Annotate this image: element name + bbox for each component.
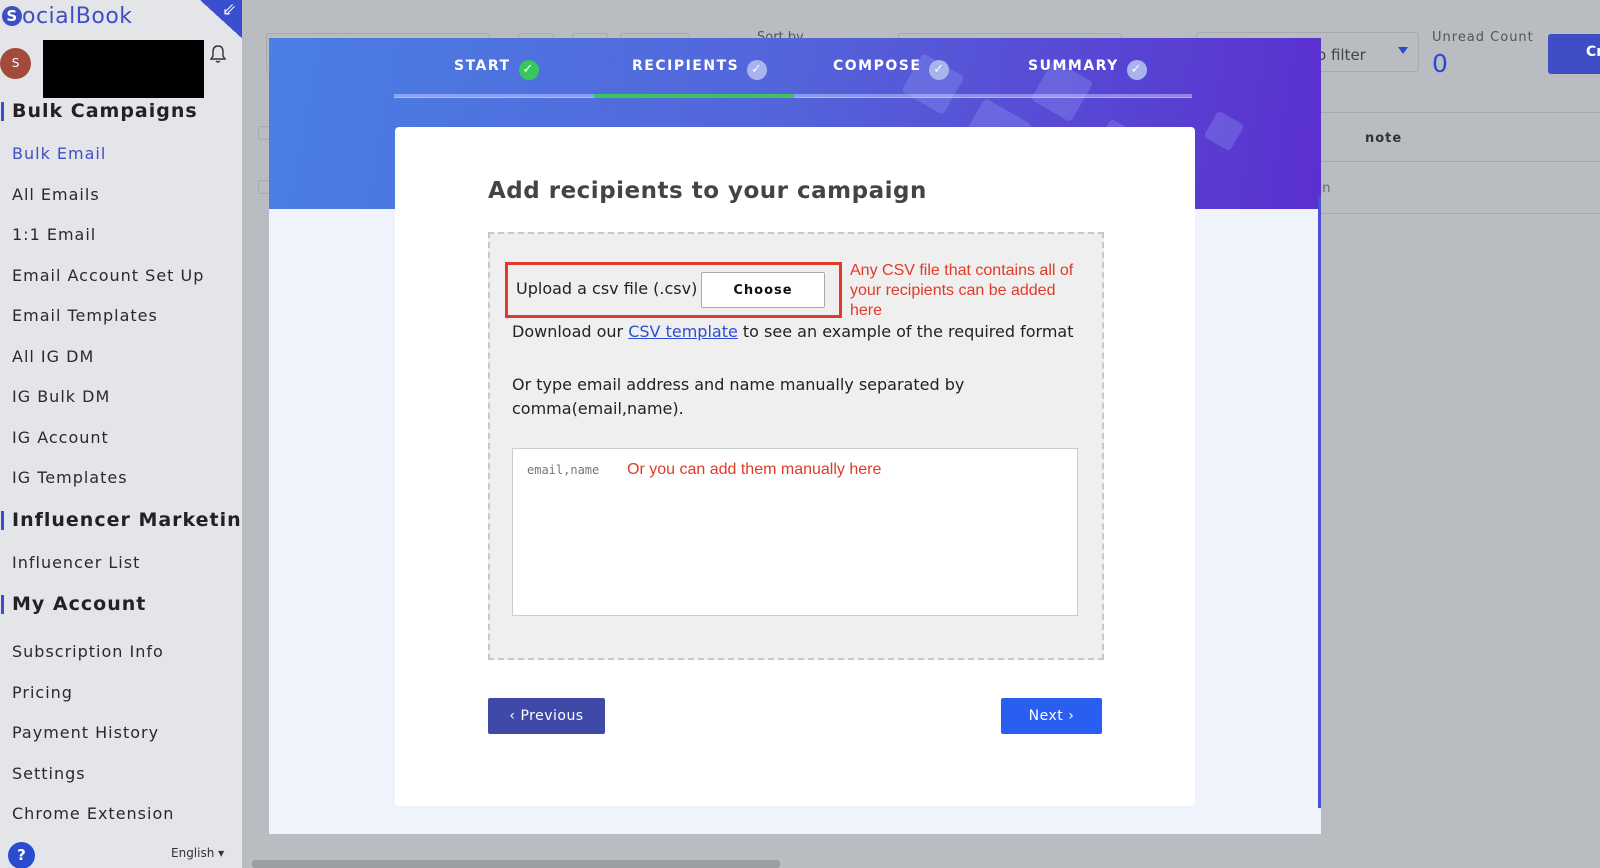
- step-start-label: START: [454, 58, 511, 74]
- note-column-header: note: [1365, 131, 1403, 146]
- filter-select-text: o filter: [1317, 46, 1366, 64]
- sidebar-nav: Bulk Campaigns Bulk Email All Emails 1:1…: [0, 96, 242, 644]
- sidebar: SocialBook ⇙ S Bulk Campaigns Bulk Email…: [0, 0, 242, 868]
- table-row[interactable]: [1320, 162, 1600, 214]
- create-button-label: Cr: [1586, 44, 1600, 60]
- upload-annotation: Any CSV file that contains all of your r…: [850, 262, 1074, 319]
- sidebar-item-ig-bulk-dm[interactable]: IG Bulk DM: [12, 387, 110, 406]
- nav-header-my-account: My Account: [0, 593, 147, 615]
- sidebar-item-payment-history[interactable]: Payment History: [12, 723, 159, 742]
- create-campaign-button[interactable]: Cr: [1548, 34, 1600, 74]
- step-summary-label: SUMMARY: [1028, 58, 1119, 74]
- nav-header-influencer-marketing: Influencer Marketing: [0, 509, 242, 531]
- sidebar-item-influencer-list[interactable]: Influencer List: [12, 553, 140, 572]
- sidebar-item-all-emails[interactable]: All Emails: [12, 185, 100, 204]
- decor-cube: [1203, 110, 1245, 152]
- sidebar-item-chrome-extension[interactable]: Chrome Extension: [12, 804, 174, 823]
- sidebar-item-pricing[interactable]: Pricing: [12, 683, 73, 702]
- help-button[interactable]: ?: [8, 842, 35, 868]
- step-recipients[interactable]: RECIPIENTS ✓: [632, 58, 768, 80]
- sidebar-item-email-templates[interactable]: Email Templates: [12, 306, 158, 325]
- bell-icon[interactable]: [209, 44, 227, 64]
- page-title: Add recipients to your campaign: [488, 178, 927, 204]
- download-prefix: Download our: [512, 322, 629, 341]
- manual-recipients-input-wrapper: Or you can add them manually here: [512, 448, 1078, 616]
- redacted-user-info: [43, 40, 204, 98]
- step-start[interactable]: START ✓: [454, 58, 539, 80]
- step-compose-label: COMPOSE: [833, 58, 922, 74]
- sidebar-item-ig-templates[interactable]: IG Templates: [12, 468, 128, 487]
- check-icon: ✓: [747, 60, 768, 80]
- download-suffix: to see an example of the required format: [737, 322, 1074, 341]
- avatar[interactable]: S: [0, 48, 31, 79]
- unread-count-value: 0: [1432, 49, 1448, 78]
- collapse-arrow-icon: ⇙: [222, 0, 237, 20]
- check-icon: ✓: [929, 60, 950, 80]
- sidebar-item-bulk-email[interactable]: Bulk Email: [12, 144, 106, 163]
- app-logo[interactable]: SocialBook: [2, 4, 133, 29]
- step-summary[interactable]: SUMMARY ✓: [1028, 58, 1147, 80]
- logo-text: ocialBook: [22, 4, 133, 29]
- recipients-card: Add recipients to your campaign Upload a…: [395, 127, 1195, 806]
- modal-scrollbar[interactable]: [1318, 196, 1321, 808]
- download-template-text: Download our CSV template to see an exam…: [512, 322, 1074, 341]
- step-recipients-label: RECIPIENTS: [632, 58, 740, 74]
- check-icon: ✓: [518, 60, 539, 80]
- check-icon: ✓: [1126, 60, 1147, 80]
- nav-header-bulk-campaigns: Bulk Campaigns: [1, 100, 198, 122]
- horizontal-scrollbar[interactable]: [252, 860, 780, 868]
- language-selector[interactable]: English ▾: [171, 846, 224, 860]
- sidebar-item-email-account-setup[interactable]: Email Account Set Up: [12, 266, 204, 285]
- campaign-wizard-modal: START ✓ RECIPIENTS ✓ COMPOSE ✓ SUMMARY ✓ Add…: [269, 38, 1321, 834]
- active-step-indicator: [594, 94, 794, 98]
- manual-entry-instructions: Or type email address and name manually …: [512, 375, 965, 418]
- upload-highlight-box: Upload a csv file (.csv) Choose: [505, 262, 842, 318]
- sidebar-item-one-to-one-email[interactable]: 1:1 Email: [12, 225, 96, 244]
- sidebar-item-all-ig-dm[interactable]: All IG DM: [12, 347, 94, 366]
- step-progress-bar: [394, 94, 1192, 98]
- csv-dropzone[interactable]: Upload a csv file (.csv) Choose Any CSV …: [488, 232, 1104, 660]
- step-compose[interactable]: COMPOSE ✓: [833, 58, 950, 80]
- logo-mark: S: [2, 6, 22, 26]
- choose-file-button[interactable]: Choose: [701, 272, 825, 308]
- caret-down-icon: [1398, 47, 1408, 54]
- sidebar-item-settings[interactable]: Settings: [12, 764, 86, 783]
- upload-label: Upload a csv file (.csv): [516, 279, 698, 298]
- unread-count-label: Unread Count: [1432, 30, 1534, 45]
- wizard-steps: START ✓ RECIPIENTS ✓ COMPOSE ✓ SUMMARY ✓: [394, 38, 1192, 98]
- csv-template-link[interactable]: CSV template: [628, 322, 738, 341]
- table-header: [1320, 112, 1600, 162]
- manual-annotation: Or you can add them manually here: [627, 461, 882, 478]
- previous-button[interactable]: ‹ Previous: [488, 698, 605, 734]
- sidebar-item-ig-account[interactable]: IG Account: [12, 428, 109, 447]
- sidebar-item-subscription-info[interactable]: Subscription Info: [12, 642, 164, 661]
- next-button[interactable]: Next ›: [1001, 698, 1102, 734]
